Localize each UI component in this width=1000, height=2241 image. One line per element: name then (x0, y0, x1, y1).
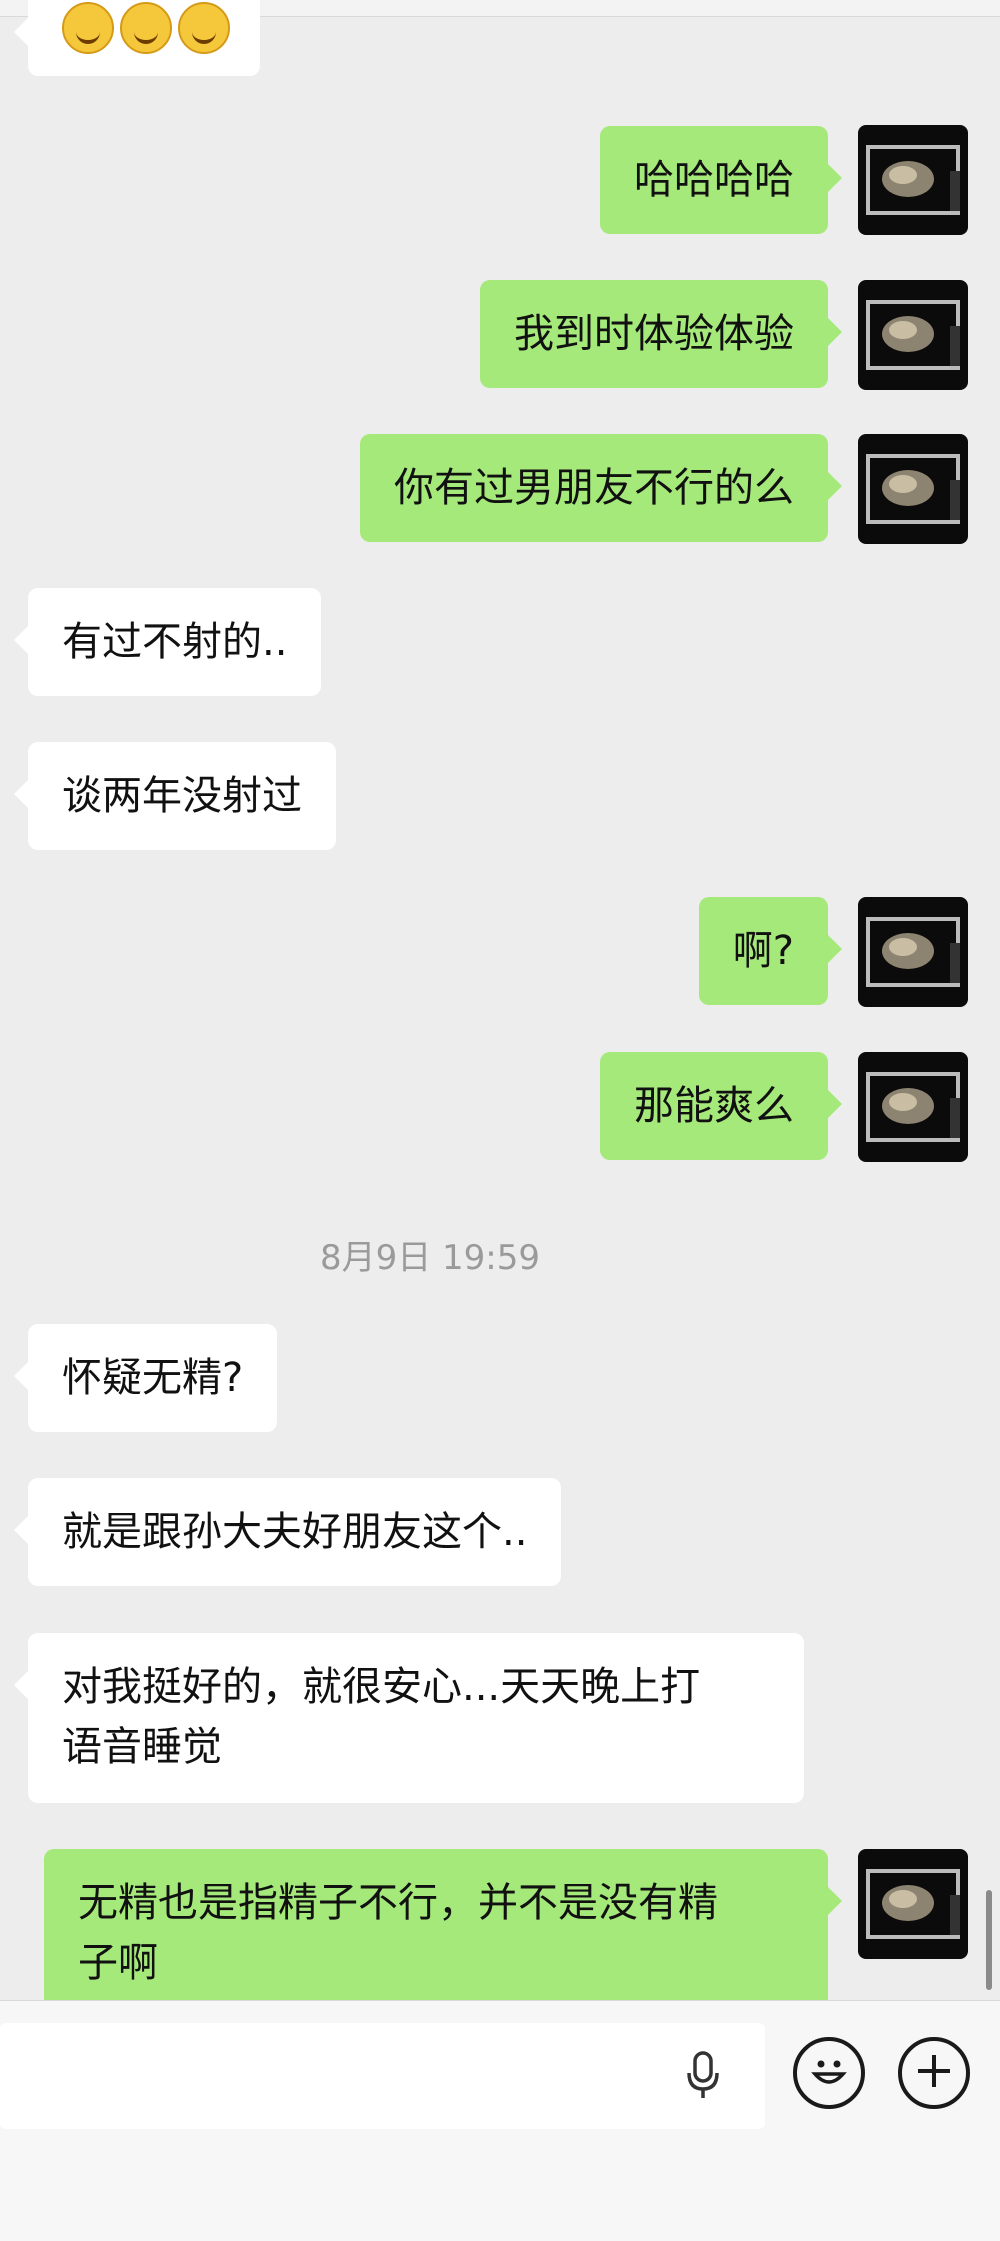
input-bar (0, 2000, 1000, 2241)
my-avatar[interactable] (858, 897, 968, 1007)
my-avatar[interactable] (858, 280, 968, 390)
my-avatar[interactable] (858, 434, 968, 544)
smile-emoji-icon (178, 2, 230, 54)
my-message-bubble[interactable]: 无精也是指精子不行，并不是没有精 子啊 (44, 1849, 842, 2000)
my-message-bubble[interactable]: 你有过男朋友不行的么 (360, 434, 842, 542)
chat-scrollbar[interactable] (986, 1890, 992, 1990)
message-input[interactable] (0, 2023, 765, 2129)
their-message-bubble[interactable]: 对我挺好的，就很安心...天天晚上打 语音睡觉 (14, 1633, 804, 1803)
my-message-bubble[interactable]: 那能爽么 (600, 1052, 842, 1160)
my-avatar[interactable] (858, 125, 968, 235)
their-message-bubble[interactable]: 怀疑无精? (13, 1324, 278, 1432)
message-timestamp: 8月9日 19:59 (319, 1238, 541, 1278)
microphone-icon[interactable] (685, 2051, 721, 2101)
my-message-bubble[interactable]: 啊? (698, 897, 843, 1005)
emoji-button[interactable] (793, 2037, 865, 2109)
their-message-bubble[interactable]: 有过不射的.. (13, 588, 322, 696)
smile-emoji-icon (120, 2, 172, 54)
chat-area[interactable]: 哈哈哈哈 我到时体验体验 你有过男朋友不行的么 有过不射的.. 谈两年没射过 啊… (0, 0, 1000, 2000)
emoji-icon (804, 2046, 854, 2100)
more-button[interactable] (898, 2037, 970, 2109)
my-message-bubble[interactable]: 我到时体验体验 (480, 280, 842, 388)
my-avatar[interactable] (858, 1849, 968, 1959)
emoji-row (62, 2, 230, 54)
emoji-message-bubble[interactable] (14, 0, 260, 76)
smile-emoji-icon (62, 2, 114, 54)
their-message-bubble[interactable]: 谈两年没射过 (14, 742, 336, 850)
plus-icon (914, 2051, 954, 2095)
my-avatar[interactable] (858, 1052, 968, 1162)
my-message-bubble[interactable]: 哈哈哈哈 (600, 126, 842, 234)
their-message-bubble[interactable]: 就是跟孙大夫好朋友这个.. (13, 1478, 562, 1586)
